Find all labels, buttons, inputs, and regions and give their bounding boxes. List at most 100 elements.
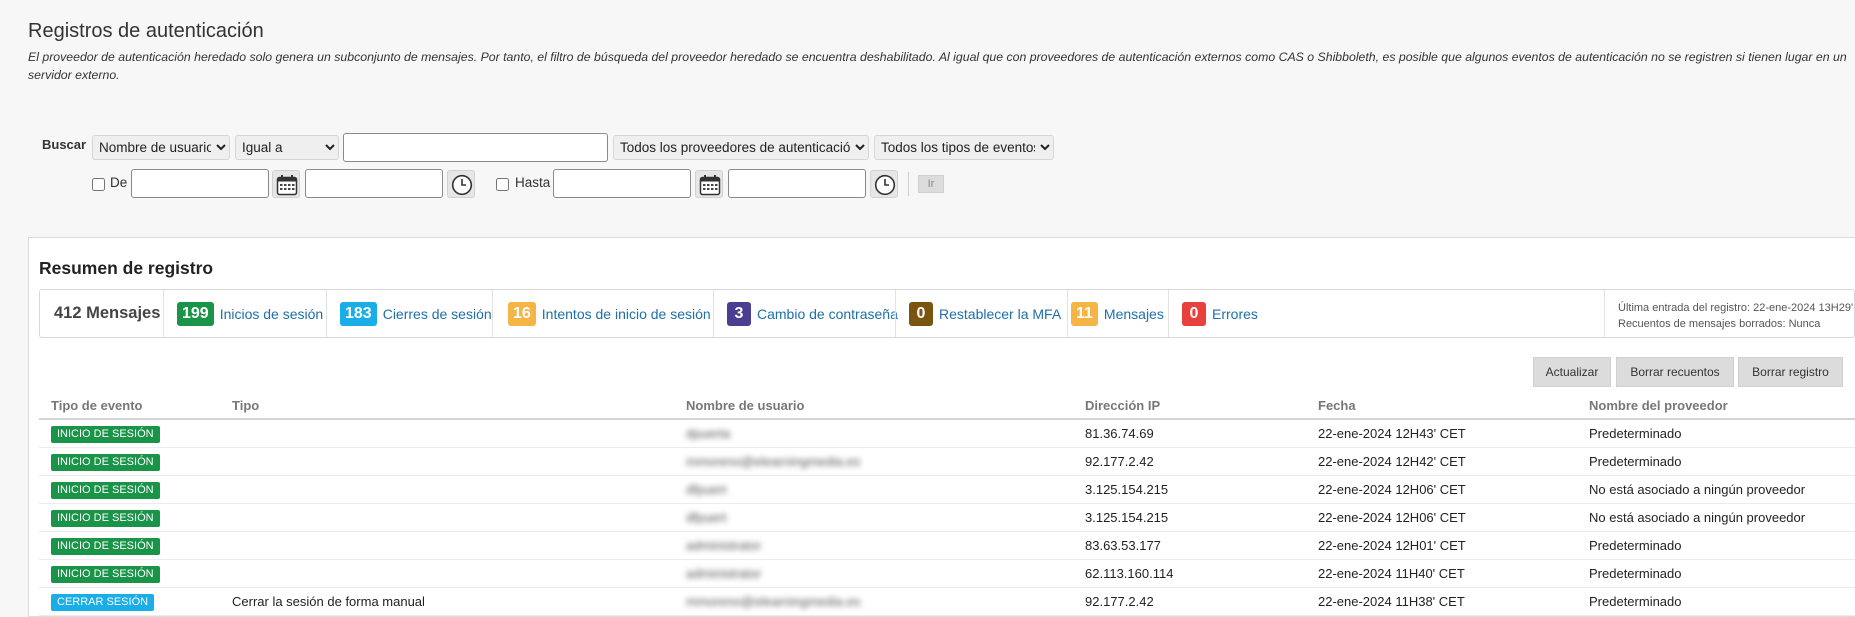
provider-cell: No está asociado a ningún proveedor — [1589, 510, 1806, 525]
stat-count: 199 — [177, 301, 214, 326]
date-cell: 22-ene-2024 11H40' CET — [1318, 566, 1465, 581]
stat-count: 16 — [508, 301, 536, 326]
event-type-badge: INICIO DE SESIÓN — [51, 426, 160, 443]
divider — [1604, 290, 1605, 337]
stat-label: Mensajes — [1103, 305, 1164, 322]
username-cell: dfpuert — [686, 482, 727, 497]
stats-bar: 412 Mensajes 199 Inicios de sesión 183 C… — [39, 289, 1855, 338]
to-date-input[interactable] — [553, 169, 691, 198]
stat-mfa-reset[interactable]: 0 Restablecer la MFA — [909, 290, 1061, 337]
summary-title: Resumen de registro — [39, 258, 214, 278]
search-input[interactable] — [343, 133, 608, 162]
event-type-badge: INICIO DE SESIÓN — [51, 538, 160, 555]
date-cell: 22-ene-2024 12H42' CET — [1318, 454, 1466, 469]
from-time-button[interactable] — [447, 170, 475, 198]
search-field-select[interactable]: Nombre de usuario — [92, 135, 230, 160]
username-cell: administrator — [686, 566, 762, 581]
stat-messages[interactable]: 11 Mensajes — [1071, 290, 1164, 337]
clear-counts-button[interactable]: Borrar recuentos — [1616, 357, 1734, 387]
date-cell: 22-ene-2024 12H06' CET — [1318, 510, 1466, 525]
operator-select[interactable]: Igual a — [235, 135, 339, 160]
table-row[interactable]: INICIO DE SESIÓN dfpuert 3.125.154.215 22-e… — [39, 476, 1855, 504]
stat-count: 3 — [727, 301, 751, 326]
col-header-provider[interactable]: Nombre del proveedor — [1589, 398, 1728, 413]
ip-cell: 83.63.53.177 — [1085, 538, 1161, 553]
stat-count: 0 — [1182, 301, 1206, 326]
last-entry-text: Última entrada del registro: 22-ene-2024… — [1618, 302, 1855, 314]
date-cell: 22-ene-2024 12H01' CET — [1318, 538, 1466, 553]
col-header-event-type[interactable]: Tipo de evento — [51, 398, 143, 413]
table-row[interactable]: INICIO DE SESIÓN dfpuert 3.125.154.215 22-e… — [39, 504, 1855, 532]
to-calendar-button[interactable] — [695, 170, 723, 198]
col-header-date[interactable]: Fecha — [1318, 398, 1356, 413]
deleted-counts-text: Recuentos de mensajes borrados: Nunca — [1618, 318, 1821, 330]
provider-cell: Predeterminado — [1589, 566, 1682, 581]
divider — [163, 290, 164, 337]
ip-cell: 92.177.2.42 — [1085, 594, 1154, 609]
stat-label: Cambio de contraseña — [757, 305, 898, 322]
stat-label: Cierres de sesión — [382, 305, 492, 322]
type-cell: Cerrar la sesión de forma manual — [232, 594, 425, 609]
stat-count: 183 — [340, 301, 377, 326]
provider-cell: Predeterminado — [1589, 594, 1682, 609]
ip-cell: 3.125.154.215 — [1085, 510, 1169, 525]
event-type-badge: INICIO DE SESIÓN — [51, 454, 160, 471]
table-row[interactable]: INICIO DE SESIÓN dpuerta 81.36.74.69 22-ene… — [39, 420, 1855, 448]
ip-cell: 92.177.2.42 — [1085, 454, 1154, 469]
provider-cell: Predeterminado — [1589, 538, 1682, 553]
go-button[interactable]: Ir — [918, 175, 944, 193]
ip-cell: 3.125.154.215 — [1085, 482, 1169, 497]
col-header-type[interactable]: Tipo — [232, 398, 259, 413]
col-header-ip[interactable]: Dirección IP — [1085, 398, 1160, 413]
stat-errors[interactable]: 0 Errores — [1182, 290, 1258, 337]
divider — [713, 290, 714, 337]
date-cell: 22-ene-2024 11H38' CET — [1318, 594, 1465, 609]
divider — [326, 290, 327, 337]
username-cell: administrator — [686, 538, 762, 553]
table-row[interactable]: INICIO DE SESIÓN mmoreno@elearningmedia.e… — [39, 448, 1855, 476]
divider — [908, 172, 909, 196]
stat-label: Restablecer la MFA — [939, 305, 1062, 322]
event-type-badge: CERRAR SESIÓN — [51, 594, 155, 611]
page-title: Registros de autenticación — [28, 20, 264, 42]
stat-password-change[interactable]: 3 Cambio de contraseña — [727, 290, 898, 337]
provider-cell: Predeterminado — [1589, 426, 1682, 441]
divider — [492, 290, 493, 337]
to-time-input[interactable] — [728, 169, 866, 198]
stat-logins[interactable]: 199 Inicios de sesión — [177, 290, 323, 337]
event-type-badge: INICIO DE SESIÓN — [51, 510, 160, 527]
stat-count: 11 — [1071, 301, 1098, 326]
search-label: Buscar — [42, 137, 87, 152]
stat-logouts[interactable]: 183 Cierres de sesión — [340, 290, 492, 337]
event-type-badge: INICIO DE SESIÓN — [51, 566, 160, 583]
ip-cell: 81.36.74.69 — [1085, 426, 1154, 441]
to-label: Hasta — [515, 175, 551, 190]
page-description: El proveedor de autenticación heredado s… — [28, 50, 1847, 82]
from-time-input[interactable] — [305, 169, 443, 198]
clear-log-button[interactable]: Borrar registro — [1738, 357, 1843, 387]
event-type-badge: INICIO DE SESIÓN — [51, 482, 160, 499]
last-entry-info: Última entrada del registro: 22-ene-2024… — [1618, 300, 1855, 332]
to-time-button[interactable] — [870, 170, 898, 198]
table-row[interactable]: INICIO DE SESIÓN administrator 62.113.160.… — [39, 560, 1855, 588]
stat-label: Intentos de inicio de sesión — [541, 305, 711, 322]
total-messages: 412 Mensajes — [54, 304, 161, 322]
provider-select[interactable]: Todos los proveedores de autenticación — [613, 135, 869, 160]
divider — [1168, 290, 1169, 337]
from-calendar-button[interactable] — [272, 170, 300, 198]
clock-icon — [874, 174, 896, 196]
stat-login-attempts[interactable]: 16 Intentos de inicio de sesión — [508, 290, 711, 337]
to-date-checkbox[interactable] — [496, 178, 509, 191]
from-date-checkbox[interactable] — [92, 178, 105, 191]
provider-cell: Predeterminado — [1589, 454, 1682, 469]
username-cell: dpuerta — [686, 426, 731, 441]
table-row[interactable]: INICIO DE SESIÓN administrator 83.63.53.17… — [39, 532, 1855, 560]
col-header-username[interactable]: Nombre de usuario — [686, 398, 804, 413]
ip-cell: 62.113.160.114 — [1085, 566, 1174, 581]
divider — [895, 290, 896, 337]
calendar-icon — [699, 175, 721, 196]
refresh-button[interactable]: Actualizar — [1533, 357, 1611, 387]
table-row[interactable]: CERRAR SESIÓN Cerrar la sesión de forma m… — [39, 588, 1855, 616]
from-date-input[interactable] — [131, 169, 269, 198]
event-type-select[interactable]: Todos los tipos de eventos — [874, 135, 1054, 160]
